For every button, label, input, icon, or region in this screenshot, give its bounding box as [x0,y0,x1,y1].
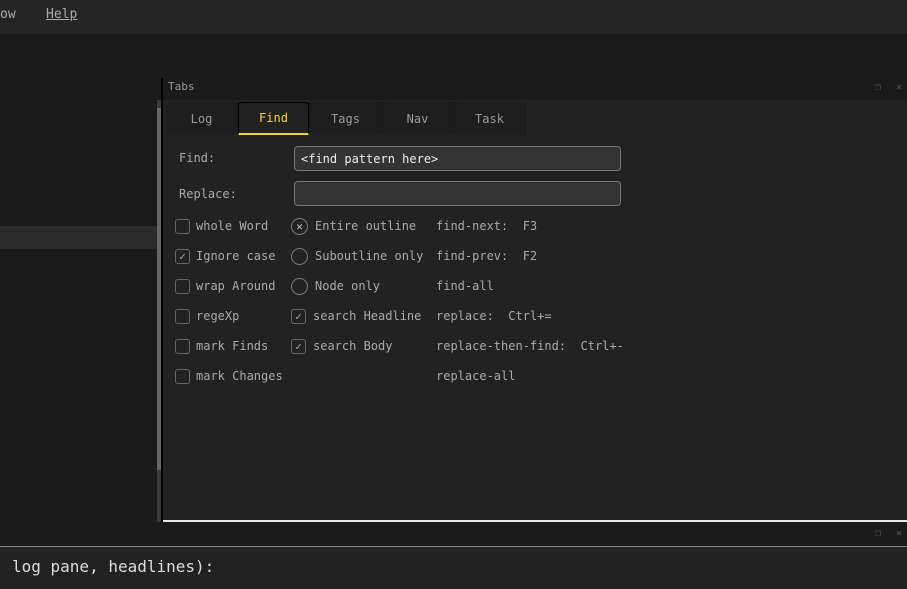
checkbox-label: mark Finds [196,339,269,353]
radio-node-only[interactable] [291,278,308,295]
dock-title: Tabs [168,80,195,93]
checkbox-label: search Headline [313,309,422,323]
command-hint: replace-then-find: Ctrl+- [436,339,624,353]
selected-outline-row[interactable] [0,226,157,249]
menubar [0,0,907,34]
divider [163,520,907,522]
menu-window[interactable]: ow [0,7,16,22]
radio-entire-outline[interactable]: ✕ [291,218,308,235]
tab-tags[interactable]: Tags [310,102,381,135]
checkbox-ignore-case[interactable]: ✓ [175,249,190,264]
radio-label: Entire outline [315,219,417,233]
command-hint: replace-all [436,369,516,383]
checkbox-whole-word[interactable] [175,219,190,234]
dock-title-bar: Tabs ❐ ✕ [163,78,907,100]
replace-label: Replace: [179,187,237,201]
tab-nav[interactable]: Nav [382,102,453,135]
command-hint: find-next: F3 [436,219,538,233]
find-input[interactable] [294,146,621,171]
command-hint: find-all [436,279,494,293]
tab-log[interactable]: Log [166,102,237,135]
outline-pane[interactable] [0,34,157,522]
checkbox-label: Ignore case [196,249,276,263]
tab-find[interactable]: Find [238,102,309,135]
find-label: Find: [179,151,216,165]
tab-task[interactable]: Task [454,102,525,135]
radio-label: Suboutline only [315,249,424,263]
checkbox-search-body[interactable]: ✓ [291,339,306,354]
log-dock-title-bar: ❐ ✕ [0,524,907,546]
close-icon[interactable]: ✕ [896,528,902,539]
checkbox-label: wrap Around [196,279,276,293]
close-icon[interactable]: ✕ [896,82,902,93]
checkbox-search-headline[interactable]: ✓ [291,309,306,324]
checkbox-label: mark Changes [196,369,283,383]
checkbox-label: regeXp [196,309,240,323]
checkbox-mark-changes[interactable] [175,369,190,384]
menu-help[interactable]: Help [46,7,77,22]
float-icon[interactable]: ❐ [875,82,881,93]
float-icon[interactable]: ❐ [875,528,881,539]
radio-label: Node only [315,279,381,293]
checkbox-label: search Body [313,339,393,353]
checkbox-regexp[interactable] [175,309,190,324]
checkbox-wrap-around[interactable] [175,279,190,294]
replace-input[interactable] [294,181,621,206]
log-text: log pane, headlines): [12,557,215,576]
command-hint: replace: Ctrl+= [436,309,552,323]
checkbox-mark-finds[interactable] [175,339,190,354]
command-hint: find-prev: F2 [436,249,538,263]
radio-suboutline-only[interactable] [291,248,308,265]
checkbox-label: whole Word [196,219,269,233]
